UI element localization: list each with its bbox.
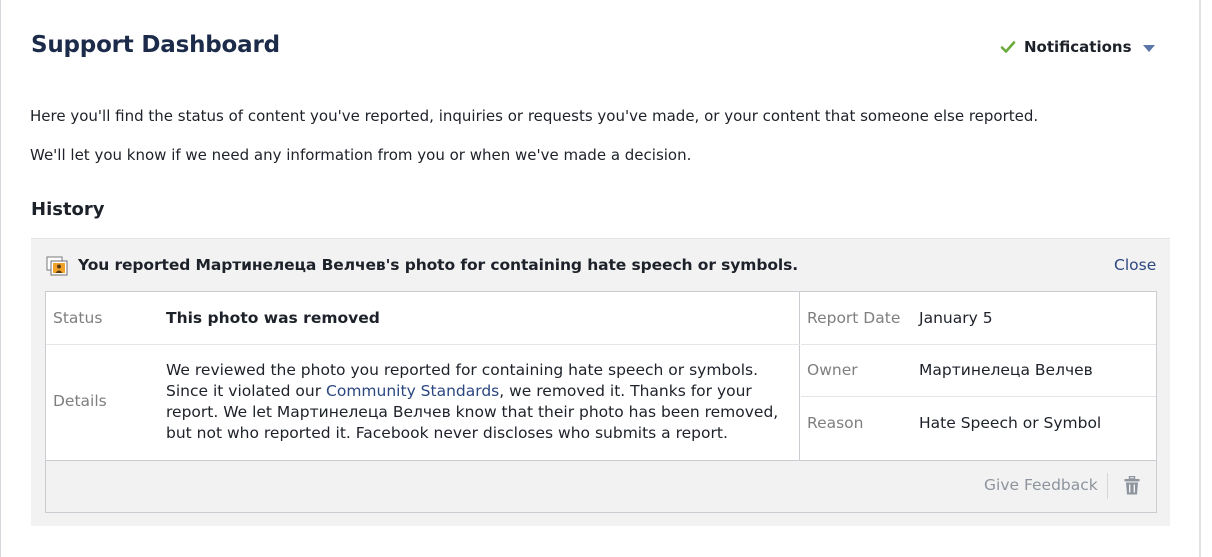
notifications-dropdown[interactable]: Notifications xyxy=(1000,37,1155,57)
reason-label: Reason xyxy=(807,414,864,432)
report-details-card: Status This photo was removed Details We… xyxy=(45,291,1157,513)
report-info-table: Status This photo was removed Details We… xyxy=(46,292,800,460)
community-standards-link[interactable]: Community Standards xyxy=(326,382,499,400)
status-label: Status xyxy=(53,309,103,327)
caret-down-icon xyxy=(1142,44,1155,52)
notifications-label: Notifications xyxy=(1024,38,1132,56)
page-border-right xyxy=(1199,0,1201,557)
report-panel: You reported Мартинелеца Велчев's photo … xyxy=(31,238,1170,526)
details-text: We reviewed the photo you reported for c… xyxy=(166,360,794,444)
owner-label: Owner xyxy=(807,361,858,379)
details-row: Details We reviewed the photo you report… xyxy=(46,345,800,460)
status-row: Status This photo was removed xyxy=(46,292,800,345)
report-date-value: January 5 xyxy=(919,309,993,327)
checkmark-icon xyxy=(1000,41,1016,53)
reason-row: Reason Hate Speech or Symbol xyxy=(801,397,1156,460)
report-date-label: Report Date xyxy=(807,309,901,327)
report-meta-table: Report Date January 5 Owner Мартинелеца … xyxy=(801,292,1156,460)
trash-icon[interactable] xyxy=(1124,476,1140,495)
footer-divider xyxy=(1107,473,1108,499)
reason-value: Hate Speech or Symbol xyxy=(919,414,1102,432)
details-label: Details xyxy=(53,392,107,410)
close-button[interactable]: Close xyxy=(1114,256,1156,274)
page-border-left xyxy=(0,0,1,557)
intro-text-1: Here you'll find the status of content y… xyxy=(30,107,1039,125)
give-feedback-button[interactable]: Give Feedback xyxy=(984,476,1098,494)
report-footer: Give Feedback xyxy=(46,460,1156,512)
status-value: This photo was removed xyxy=(166,309,380,327)
history-heading: History xyxy=(31,199,105,220)
report-title: You reported Мартинелеца Велчев's photo … xyxy=(78,256,799,274)
report-date-row: Report Date January 5 xyxy=(801,292,1156,345)
owner-value: Мартинелеца Велчев xyxy=(919,361,1093,379)
photo-report-icon xyxy=(46,256,68,276)
intro-text-2: We'll let you know if we need any inform… xyxy=(30,146,692,164)
owner-row: Owner Мартинелеца Велчев xyxy=(801,345,1156,397)
page-title: Support Dashboard xyxy=(31,32,280,58)
